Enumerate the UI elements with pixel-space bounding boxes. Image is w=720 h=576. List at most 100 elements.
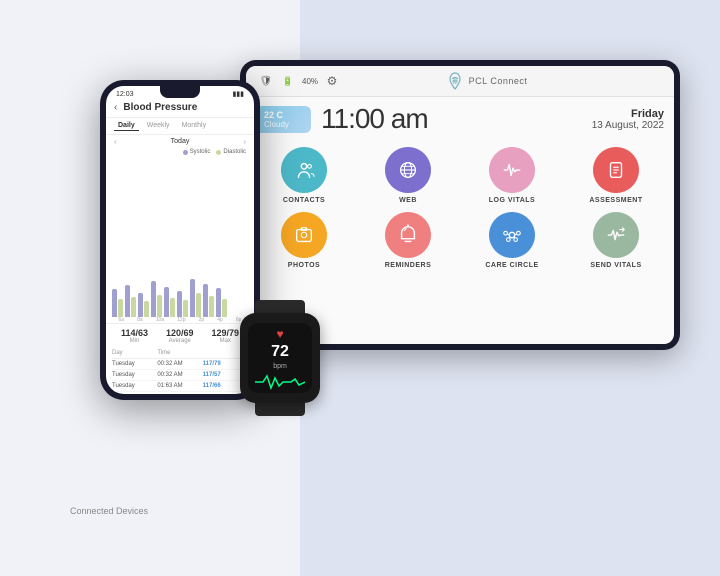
legend-systolic: Systolic <box>183 149 211 155</box>
smartwatch-device: ♥ 72 bpm <box>230 300 330 410</box>
bar-systolic-1 <box>112 289 117 317</box>
stat-average: 120/69 Average <box>166 328 194 344</box>
settings-icon[interactable]: ⚙ <box>324 73 340 89</box>
logo-icon <box>445 71 465 91</box>
photos-label: PHOTOS <box>288 262 320 269</box>
phone-screen-title: Blood Pressure <box>123 102 197 113</box>
col-day-header: Day <box>112 350 157 356</box>
bar-systolic-8 <box>203 284 208 317</box>
photos-icon-circle <box>281 212 327 258</box>
phone-notch <box>160 86 200 98</box>
vitals-icon-circle <box>489 147 535 193</box>
phone-nav-row: ‹ Today › <box>106 135 254 148</box>
app-care-circle[interactable]: CARE CIRCLE <box>464 212 560 269</box>
contacts-icon-circle <box>281 147 327 193</box>
tablet-header: 22 C Cloudy 11:00 am Friday 13 August, 2… <box>256 103 664 135</box>
diastolic-dot <box>216 150 221 155</box>
reminders-label: REMINDERS <box>385 262 432 269</box>
bar-group-5 <box>164 287 175 317</box>
row1-time: 00:32 AM <box>157 361 202 367</box>
systolic-dot <box>183 150 188 155</box>
bar-systolic-4 <box>151 281 156 317</box>
logo-text: PCL Connect <box>469 76 528 86</box>
phone-signal: ▮▮▮ <box>232 90 244 98</box>
topbar-center: PCL Connect <box>445 71 528 91</box>
send-vitals-label: SEND VITALS <box>590 262 641 269</box>
prev-arrow-icon[interactable]: ‹ <box>114 137 117 146</box>
weather-temp: 22 C <box>264 110 303 120</box>
shield-icon: 🛡 <box>258 73 274 89</box>
systolic-label: Systolic <box>190 149 211 155</box>
stat-min-value: 114/63 <box>121 328 148 338</box>
next-arrow-icon[interactable]: › <box>243 137 246 146</box>
tab-weekly[interactable]: Weekly <box>143 121 174 131</box>
row2-time: 00:32 AM <box>157 372 202 378</box>
bar-group-4 <box>151 281 162 317</box>
bar-systolic-2 <box>125 285 130 317</box>
row1-day: Tuesday <box>112 361 157 367</box>
contacts-label: CONTACTS <box>283 197 325 204</box>
battery-percent: 40% <box>302 77 318 86</box>
bar-systolic-6 <box>177 291 182 317</box>
chart-legend: Systolic Diastolic <box>106 148 254 156</box>
reminders-icon-circle <box>385 212 431 258</box>
bar-group-3 <box>138 293 149 317</box>
watch-band-top <box>255 300 305 314</box>
watch-screen: ♥ 72 bpm <box>248 323 312 393</box>
watch-hr-unit: bpm <box>273 363 287 370</box>
weather-box: 22 C Cloudy <box>256 106 311 133</box>
app-web[interactable]: WEB <box>360 147 456 204</box>
legend-diastolic: Diastolic <box>216 149 246 155</box>
watch-band-bottom <box>255 402 305 416</box>
app-contacts[interactable]: CONTACTS <box>256 147 352 204</box>
bar-diastolic-1 <box>118 299 123 317</box>
date-display: Friday 13 August, 2022 <box>592 108 664 131</box>
stat-min: 114/63 Min <box>121 328 148 344</box>
bar-diastolic-5 <box>170 298 175 317</box>
bar-diastolic-4 <box>157 295 162 317</box>
assessment-icon-circle <box>593 147 639 193</box>
watch-hr-value: 72 <box>271 343 289 361</box>
bar-systolic-9 <box>216 288 221 317</box>
care-circle-icon-circle <box>489 212 535 258</box>
app-send-vitals[interactable]: SEND VITALS <box>568 212 664 269</box>
stat-avg-label: Average <box>166 338 194 344</box>
bar-systolic-3 <box>138 293 143 317</box>
send-vitals-icon-circle <box>593 212 639 258</box>
bar-diastolic-7 <box>196 293 201 317</box>
bar-diastolic-2 <box>131 297 136 317</box>
bar-group-9 <box>216 288 227 317</box>
bar-group-1 <box>112 289 123 317</box>
nav-today: Today <box>171 138 190 145</box>
tab-daily[interactable]: Daily <box>114 121 139 131</box>
col-time-header: Time <box>157 350 202 356</box>
log-vitals-label: LOG VITALS <box>489 197 535 204</box>
bar-diastolic-9 <box>222 299 227 317</box>
app-photos[interactable]: PHOTOS <box>256 212 352 269</box>
watch-display: ♥ 72 bpm <box>255 327 305 390</box>
assessment-label: ASSESSMENT <box>589 197 642 204</box>
bar-group-6 <box>177 291 188 317</box>
stat-avg-value: 120/69 <box>166 328 194 338</box>
app-log-vitals[interactable]: LOG VITALS <box>464 147 560 204</box>
bar-systolic-7 <box>190 279 195 317</box>
app-reminders[interactable]: REMINDERS <box>360 212 456 269</box>
watch-body: ♥ 72 bpm <box>240 313 320 403</box>
table-row-3: Tuesday 01:63 AM 117/66 <box>112 381 248 392</box>
stat-min-label: Min <box>121 338 148 344</box>
time-display: 11:00 am <box>321 103 428 135</box>
row2-day: Tuesday <box>112 372 157 378</box>
row3-day: Tuesday <box>112 383 157 389</box>
tab-monthly[interactable]: Monthly <box>178 121 211 131</box>
back-arrow-icon[interactable]: ‹ <box>114 102 117 113</box>
web-label: WEB <box>399 197 417 204</box>
bar-group-8 <box>203 284 214 317</box>
bar-diastolic-6 <box>183 300 188 317</box>
app-assessment[interactable]: ASSESSMENT <box>568 147 664 204</box>
phone-time: 12:03 <box>116 91 134 98</box>
battery-icon: 🔋 <box>280 73 296 89</box>
topbar-left: 🛡 🔋 40% ⚙ <box>258 73 340 89</box>
phone-header: ‹ Blood Pressure <box>106 100 254 118</box>
phone-device-label: Connected Devices <box>70 506 148 516</box>
care-circle-label: CARE CIRCLE <box>485 262 538 269</box>
